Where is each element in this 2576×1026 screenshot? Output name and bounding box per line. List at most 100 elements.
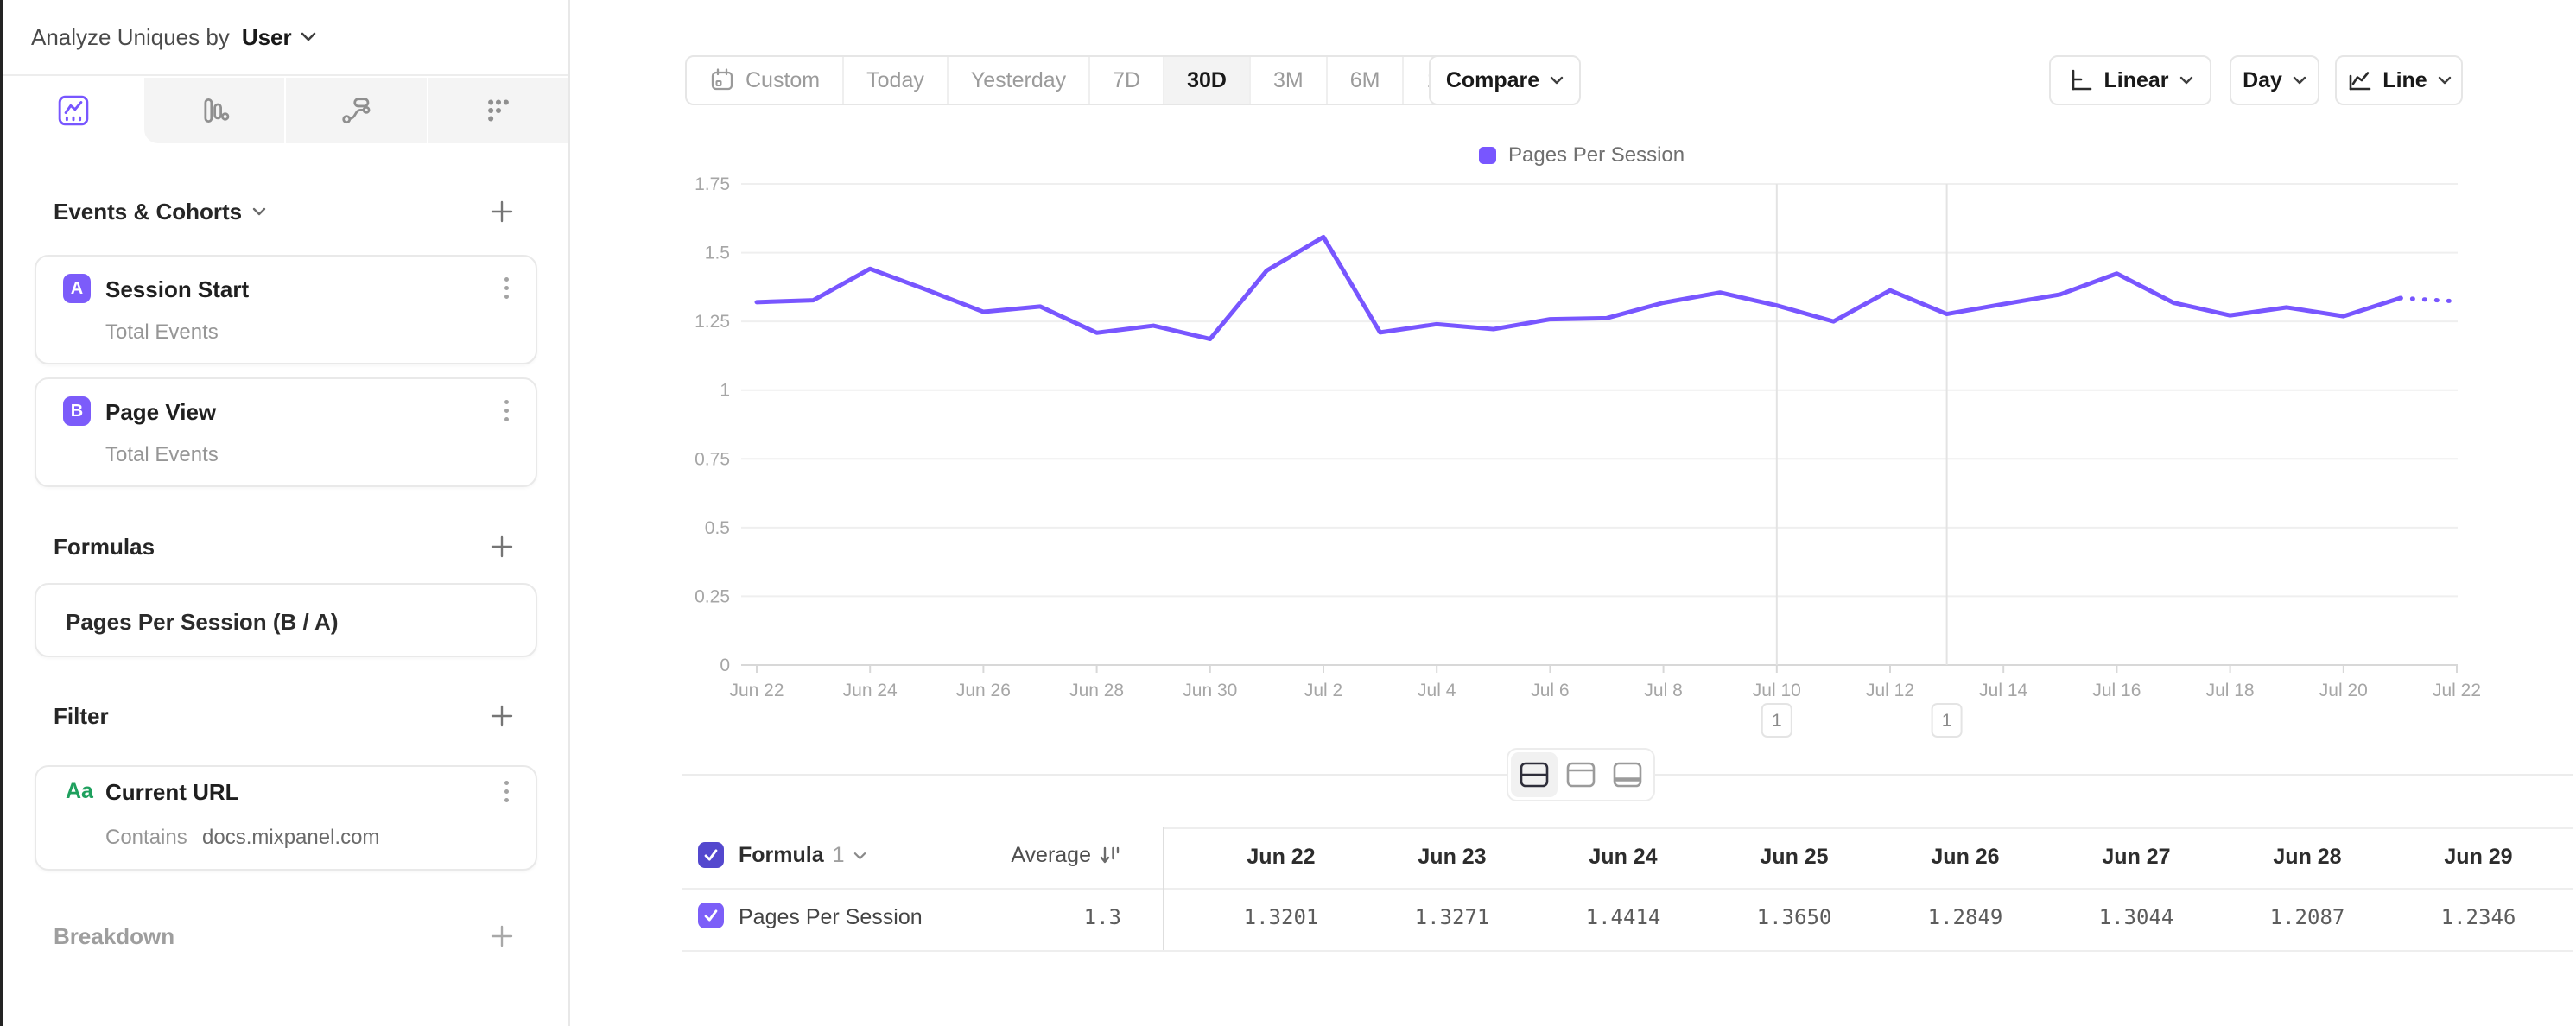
filter-operator[interactable]: Contains: [105, 826, 187, 850]
series-average-value: 1.3: [1084, 905, 1121, 929]
retention-icon: [482, 94, 515, 127]
report-main-panel: Custom Today Yesterday 7D 30D 3M 6M 12M …: [570, 0, 2576, 1026]
events-section-title[interactable]: Events & Cohorts: [54, 199, 266, 225]
filter-property-name[interactable]: Current URL: [105, 779, 239, 806]
event-card-session-start[interactable]: A Session Start Total Events: [35, 255, 537, 364]
analyze-label: Analyze Uniques by: [31, 24, 230, 51]
svg-text:Jul 22: Jul 22: [2433, 681, 2481, 700]
svg-text:0: 0: [720, 656, 730, 675]
series-cell-value: 1.4414: [1538, 905, 1709, 929]
svg-text:Jul 20: Jul 20: [2319, 681, 2368, 700]
average-column-header[interactable]: Average: [1011, 843, 1121, 868]
svg-text:0.25: 0.25: [695, 586, 730, 606]
layout-table-only-button[interactable]: [1604, 752, 1651, 797]
formula-expression[interactable]: Pages Per Session (B / A): [66, 609, 338, 636]
string-property-icon: Aa: [66, 779, 93, 804]
event-name[interactable]: Session Start: [105, 276, 249, 303]
filter-section-title: Filter: [54, 703, 109, 730]
svg-text:1.75: 1.75: [695, 174, 730, 194]
svg-text:Jul 14: Jul 14: [1979, 681, 2027, 700]
funnels-icon: [198, 94, 231, 127]
svg-text:Jul 2: Jul 2: [1304, 681, 1342, 700]
filter-section-header: Filter: [54, 699, 515, 733]
series-cell-value: 1.2087: [2222, 905, 2393, 929]
add-formula-button[interactable]: [489, 534, 515, 560]
kebab-menu-icon[interactable]: [498, 395, 515, 426]
svg-text:Jun 30: Jun 30: [1183, 681, 1237, 700]
filter-value[interactable]: docs.mixpanel.com: [202, 826, 379, 850]
event-measure[interactable]: Total Events: [105, 443, 219, 467]
svg-text:1: 1: [720, 381, 730, 401]
date-column-header: Jun 25: [1709, 845, 1880, 870]
date-column-header: Jun 23: [1367, 845, 1538, 870]
svg-text:Jul 10: Jul 10: [1753, 681, 1801, 700]
series-cell-value: 1.3044: [2051, 905, 2222, 929]
add-filter-button[interactable]: [489, 703, 515, 729]
svg-text:Jun 26: Jun 26: [956, 681, 1011, 700]
event-card-page-view[interactable]: B Page View Total Events: [35, 377, 537, 487]
layout-split-view-button[interactable]: [1511, 752, 1558, 797]
svg-text:Jul 4: Jul 4: [1418, 681, 1456, 700]
svg-text:Jul 12: Jul 12: [1866, 681, 1914, 700]
date-column-header: Jun 29: [2393, 845, 2564, 870]
chevron-down-icon: [252, 207, 266, 216]
svg-text:Jul 18: Jul 18: [2206, 681, 2255, 700]
series-cell-value: 1.3201: [1196, 905, 1367, 929]
date-column-header: Jun 28: [2222, 845, 2393, 870]
add-breakdown-button[interactable]: [489, 923, 515, 949]
date-column-header: Jun 26: [1880, 845, 2051, 870]
table-column-divider: [1163, 827, 1164, 950]
series-cell-value: 1.2849: [1880, 905, 2051, 929]
svg-text:1.25: 1.25: [695, 312, 730, 332]
event-letter-badge: B: [63, 396, 91, 426]
formula-card[interactable]: Pages Per Session (B / A): [35, 583, 537, 657]
kebab-menu-icon[interactable]: [498, 776, 515, 807]
svg-text:1.5: 1.5: [705, 244, 730, 263]
tab-funnels[interactable]: [144, 78, 285, 143]
report-type-tabs: [3, 78, 568, 143]
date-column-header: Jun 27: [2051, 845, 2222, 870]
svg-text:Jul 6: Jul 6: [1531, 681, 1569, 700]
tab-flows[interactable]: [284, 78, 427, 143]
flows-icon: [339, 94, 372, 127]
chevron-down-icon: [853, 852, 866, 860]
formulas-section-header: Formulas: [54, 529, 515, 564]
svg-text:0.5: 0.5: [705, 518, 730, 538]
formula-group-checkbox[interactable]: [698, 842, 724, 868]
layout-toggle-group: [1507, 748, 1655, 801]
svg-text:0.75: 0.75: [695, 449, 730, 469]
events-section-header: Events & Cohorts: [54, 194, 515, 229]
breakdown-section-header: Breakdown: [54, 919, 515, 953]
formula-group-header[interactable]: Formula 1: [739, 843, 866, 868]
table-top-icon: [1565, 761, 1596, 788]
check-icon: [701, 846, 720, 864]
tab-insights[interactable]: [3, 78, 144, 143]
event-name[interactable]: Page View: [105, 399, 216, 426]
series-cell-value: 1.2346: [2393, 905, 2564, 929]
split-view-icon: [1519, 761, 1550, 788]
filter-card-current-url[interactable]: Aa Current URL Contains docs.mixpanel.co…: [35, 765, 537, 871]
analyze-entity-dropdown[interactable]: User: [242, 24, 292, 51]
svg-text:Jun 28: Jun 28: [1069, 681, 1124, 700]
series-row-checkbox[interactable]: [698, 902, 724, 928]
sort-icon: [1098, 844, 1121, 867]
event-letter-badge: A: [63, 274, 91, 303]
layout-chart-only-button[interactable]: [1558, 752, 1604, 797]
event-measure[interactable]: Total Events: [105, 320, 219, 345]
tab-retention[interactable]: [427, 78, 569, 143]
table-top-border: [1163, 827, 2573, 829]
analyze-header: Analyze Uniques by User: [3, 0, 568, 76]
date-column-header: Jun 22: [1196, 845, 1367, 870]
chevron-down-icon: [301, 32, 316, 42]
date-column-header: Jun 24: [1538, 845, 1709, 870]
check-icon: [701, 906, 720, 925]
add-event-button[interactable]: [489, 199, 515, 225]
table-row-border: [682, 950, 2573, 952]
pages-per-session-line-chart[interactable]: 00.250.50.7511.251.51.75Jun 22Jun 24Jun …: [570, 0, 2576, 1026]
table-header-border: [682, 888, 2573, 890]
kebab-menu-icon[interactable]: [498, 272, 515, 303]
table-bottom-icon: [1612, 761, 1643, 788]
series-cell-value: 1.3650: [1709, 905, 1880, 929]
series-row-label[interactable]: Pages Per Session: [739, 905, 923, 930]
breakdown-section-title: Breakdown: [54, 923, 174, 950]
